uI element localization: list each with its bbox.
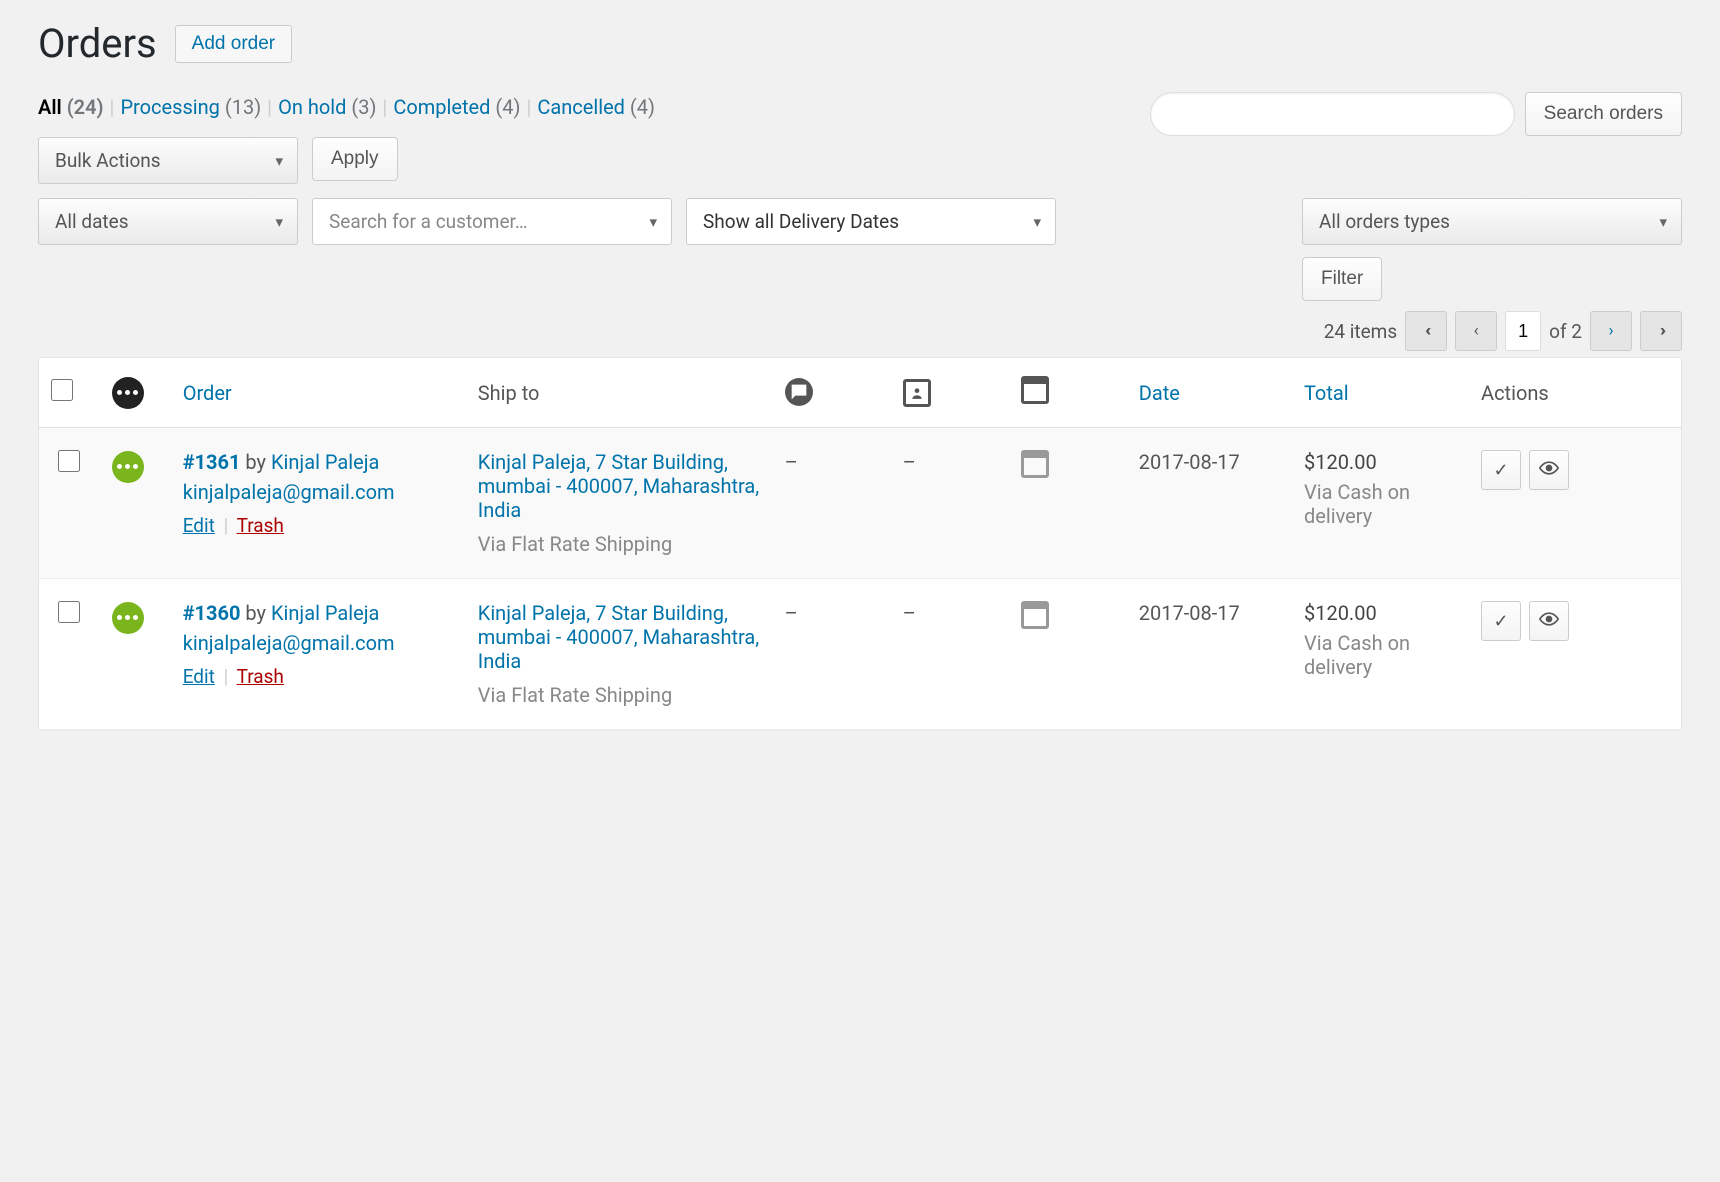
customer-link[interactable]: Kinjal Paleja bbox=[271, 450, 379, 474]
apply-button[interactable]: Apply bbox=[312, 137, 398, 181]
order-date: 2017-08-17 bbox=[1127, 428, 1292, 579]
order-link[interactable]: #1361 bbox=[183, 450, 241, 474]
col-actions: Actions bbox=[1469, 358, 1681, 428]
status-count: (3) bbox=[351, 95, 376, 119]
col-order[interactable]: Order bbox=[171, 358, 466, 428]
col-ship-to: Ship to bbox=[466, 358, 773, 428]
complete-order-button[interactable]: ✓ bbox=[1481, 601, 1521, 641]
ship-method: Via Flat Rate Shipping bbox=[478, 532, 761, 556]
order-link[interactable]: #1360 bbox=[183, 601, 241, 625]
ship-to-link[interactable]: Kinjal Paleja, 7 Star Building, mumbai -… bbox=[478, 450, 759, 522]
calendar-cell-icon bbox=[1021, 450, 1049, 478]
eye-icon bbox=[1539, 458, 1559, 483]
note-cell: – bbox=[773, 579, 891, 730]
trash-link[interactable]: Trash bbox=[237, 514, 284, 537]
check-icon: ✓ bbox=[1493, 611, 1508, 632]
status-processing-icon bbox=[112, 451, 144, 483]
page-title: Orders bbox=[38, 20, 157, 67]
note-cell: – bbox=[773, 428, 891, 579]
chevron-right-icon: › bbox=[1608, 321, 1613, 341]
calendar-cell-icon bbox=[1021, 601, 1049, 629]
eye-icon bbox=[1539, 609, 1559, 634]
filter-button[interactable]: Filter bbox=[1302, 257, 1382, 301]
calendar-icon bbox=[1021, 376, 1049, 404]
order-total: $120.00 bbox=[1304, 601, 1377, 625]
payment-method: Via Cash on delivery bbox=[1304, 631, 1457, 679]
items-count: 24 items bbox=[1324, 320, 1397, 343]
by-label: by bbox=[245, 450, 271, 474]
customer-link[interactable]: Kinjal Paleja bbox=[271, 601, 379, 625]
by-label: by bbox=[245, 601, 271, 625]
order-types-select[interactable]: All orders types bbox=[1302, 198, 1682, 245]
status-filter-processing[interactable]: Processing (13) bbox=[120, 95, 261, 119]
ship-to-link[interactable]: Kinjal Paleja, 7 Star Building, mumbai -… bbox=[478, 601, 759, 673]
row-checkbox[interactable] bbox=[58, 601, 80, 623]
delivery-date-select[interactable]: Show all Delivery Dates bbox=[686, 198, 1056, 245]
status-count: (4) bbox=[630, 95, 655, 119]
status-count: (13) bbox=[225, 95, 261, 119]
add-order-button[interactable]: Add order bbox=[175, 25, 292, 63]
col-date[interactable]: Date bbox=[1127, 358, 1292, 428]
chevron-double-left-icon: ‹‹ bbox=[1425, 321, 1427, 341]
bulk-actions-select[interactable]: Bulk Actions bbox=[38, 137, 298, 184]
complete-order-button[interactable]: ✓ bbox=[1481, 450, 1521, 490]
note-icon bbox=[785, 378, 813, 406]
table-row: #1361 by Kinjal Paleja kinjalpaleja@gmai… bbox=[39, 428, 1682, 579]
table-row: #1360 by Kinjal Paleja kinjalpaleja@gmai… bbox=[39, 579, 1682, 730]
date-filter-select[interactable]: All dates bbox=[38, 198, 298, 245]
col-total[interactable]: Total bbox=[1292, 358, 1469, 428]
status-filter-all[interactable]: All (24) bbox=[38, 95, 104, 119]
status-filter-cancelled[interactable]: Cancelled (4) bbox=[537, 95, 655, 119]
current-page-input[interactable] bbox=[1505, 311, 1541, 351]
first-page-button[interactable]: ‹‹ bbox=[1405, 311, 1447, 351]
customer-email-link[interactable]: kinjalpaleja@gmail.com bbox=[183, 631, 454, 655]
customer-icon bbox=[903, 379, 931, 407]
status-filter-on-hold[interactable]: On hold (3) bbox=[278, 95, 376, 119]
status-filter-completed[interactable]: Completed (4) bbox=[393, 95, 520, 119]
view-order-button[interactable] bbox=[1529, 450, 1569, 490]
edit-link[interactable]: Edit bbox=[183, 514, 215, 537]
status-processing-icon bbox=[112, 602, 144, 634]
chevron-left-icon: ‹ bbox=[1474, 321, 1479, 341]
status-count: (24) bbox=[67, 95, 104, 119]
customer-note-cell: – bbox=[891, 428, 1009, 579]
page-of-label: of 2 bbox=[1549, 320, 1582, 343]
check-icon: ✓ bbox=[1493, 460, 1508, 481]
order-total: $120.00 bbox=[1304, 450, 1377, 474]
select-all-checkbox[interactable] bbox=[51, 379, 73, 401]
customer-note-cell: – bbox=[891, 579, 1009, 730]
search-orders-button[interactable]: Search orders bbox=[1525, 92, 1682, 136]
customer-email-link[interactable]: kinjalpaleja@gmail.com bbox=[183, 480, 454, 504]
next-page-button[interactable]: › bbox=[1590, 311, 1632, 351]
status-header-icon bbox=[112, 377, 144, 409]
payment-method: Via Cash on delivery bbox=[1304, 480, 1457, 528]
edit-link[interactable]: Edit bbox=[183, 665, 215, 688]
prev-page-button[interactable]: ‹ bbox=[1455, 311, 1497, 351]
chevron-double-right-icon: ›› bbox=[1660, 321, 1662, 341]
order-date: 2017-08-17 bbox=[1127, 579, 1292, 730]
ship-method: Via Flat Rate Shipping bbox=[478, 683, 761, 707]
row-checkbox[interactable] bbox=[58, 450, 80, 472]
status-count: (4) bbox=[495, 95, 520, 119]
view-order-button[interactable] bbox=[1529, 601, 1569, 641]
search-input[interactable] bbox=[1150, 92, 1515, 136]
trash-link[interactable]: Trash bbox=[237, 665, 284, 688]
last-page-button[interactable]: ›› bbox=[1640, 311, 1682, 351]
customer-search-select[interactable]: Search for a customer… bbox=[312, 198, 672, 245]
